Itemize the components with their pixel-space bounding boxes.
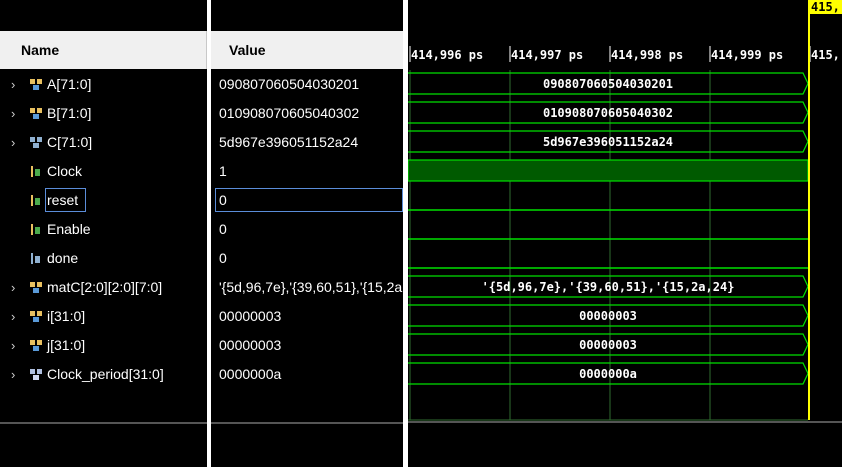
signal-name: C[71:0]: [47, 134, 93, 150]
time-tick-label: 415,: [811, 48, 840, 62]
signal-value: 5d967e396051152a24: [219, 134, 359, 150]
bit-icon: [31, 224, 40, 235]
time-tick-label: 414,999 ps: [711, 48, 783, 62]
bus-value-label: 0000000a: [579, 367, 637, 381]
bus-icon: [30, 108, 42, 119]
signal-name: reset: [47, 192, 79, 208]
expand-chevron-icon[interactable]: ›: [11, 273, 21, 302]
signal-value: 1: [219, 163, 227, 179]
time-tick-label: 414,998 ps: [611, 48, 683, 62]
waveform-canvas[interactable]: 414,996 ps 414,997 ps 414,998 ps 414,999 ps…: [408, 0, 842, 467]
bit-out-icon: [31, 253, 40, 264]
signal-value: 010908070605040302: [219, 105, 360, 121]
value-row-10[interactable]: 0000000a: [211, 360, 403, 389]
value-column-header[interactable]: Value: [211, 31, 403, 69]
signal-row-8[interactable]: › i[31:0]: [0, 302, 207, 331]
signal-value: 0: [219, 192, 227, 208]
bus-value-label: 090807060504030201: [543, 77, 673, 91]
value-row-5[interactable]: 0: [211, 215, 403, 244]
value-row-1[interactable]: 010908070605040302: [211, 99, 403, 128]
signal-name: matC[2:0][2:0][7:0]: [47, 279, 163, 295]
value-pane-bottom-divider: [211, 422, 403, 424]
name-pane-bottom-divider: [0, 422, 207, 424]
signal-row-6[interactable]: done: [0, 244, 207, 273]
value-row-3[interactable]: 1: [211, 157, 403, 186]
signal-row-0[interactable]: › A[71:0]: [0, 70, 207, 99]
bus-value-label: 010908070605040302: [543, 106, 673, 120]
expand-chevron-icon[interactable]: ›: [11, 302, 21, 331]
signal-value: 00000003: [219, 337, 282, 353]
bus-value-label: 00000003: [579, 309, 637, 323]
bus-icon: [30, 340, 42, 351]
signal-name: A[71:0]: [47, 76, 92, 92]
value-row-7[interactable]: '{5d,96,7e},'{39,60,51},'{15,2a: [211, 273, 403, 302]
signal-value: 0: [219, 250, 227, 266]
signal-value: 00000003: [219, 308, 282, 324]
time-tick-label: 414,996 ps: [411, 48, 483, 62]
waveform-pane[interactable]: 414,996 ps 414,997 ps 414,998 ps 414,999 ps…: [408, 0, 842, 467]
signal-row-3[interactable]: Clock: [0, 157, 207, 186]
name-column-header[interactable]: Name: [0, 31, 207, 69]
signal-row-4[interactable]: reset: [0, 186, 207, 215]
signal-name: B[71:0]: [47, 105, 92, 121]
expand-chevron-icon[interactable]: ›: [11, 70, 21, 99]
signal-name: i[31:0]: [47, 308, 86, 324]
selection-outline: [215, 188, 403, 212]
bit-icon: [31, 166, 40, 177]
signal-name: Enable: [47, 221, 91, 237]
signal-row-9[interactable]: › j[31:0]: [0, 331, 207, 360]
cursor-time-label: 415,: [811, 0, 840, 14]
bus-value-label: 00000003: [579, 338, 637, 352]
signal-row-1[interactable]: › B[71:0]: [0, 99, 207, 128]
value-row-8[interactable]: 00000003: [211, 302, 403, 331]
signal-name: done: [47, 250, 79, 266]
value-row-0[interactable]: 090807060504030201: [211, 70, 403, 99]
signal-value: 0000000a: [219, 366, 282, 382]
value-row-6[interactable]: 0: [211, 244, 403, 273]
value-row-4[interactable]: 0: [211, 186, 403, 215]
signal-value: '{5d,96,7e},'{39,60,51},'{15,2a: [219, 279, 403, 295]
signal-name-pane: Name › A[71:0] › B[71:0] › C[71:0] Clock reset E…: [0, 0, 207, 467]
value-row-9[interactable]: 00000003: [211, 331, 403, 360]
bit-waveform-high: [408, 159, 809, 182]
signal-name: Clock: [47, 163, 83, 179]
signal-name: j[31:0]: [47, 337, 86, 353]
signal-row-10[interactable]: › Clock_period[31:0]: [0, 360, 207, 389]
signal-value: 0: [219, 221, 227, 237]
bus-icon: [30, 282, 42, 293]
bus-icon: [30, 79, 42, 90]
bit-icon: [31, 195, 40, 206]
expand-chevron-icon[interactable]: ›: [11, 360, 21, 389]
value-row-2[interactable]: 5d967e396051152a24: [211, 128, 403, 157]
bus-value-label: 5d967e396051152a24: [543, 135, 673, 149]
bus-param-icon: [30, 369, 42, 380]
expand-chevron-icon[interactable]: ›: [11, 99, 21, 128]
time-tick-label: 414,997 ps: [511, 48, 583, 62]
bus-icon: [30, 311, 42, 322]
bus-out-icon: [30, 137, 42, 148]
signal-name: Clock_period[31:0]: [47, 366, 164, 382]
expand-chevron-icon[interactable]: ›: [11, 128, 21, 157]
signal-value: 090807060504030201: [219, 76, 360, 92]
bus-value-label: '{5d,96,7e},'{39,60,51},'{15,2a,24}: [482, 280, 735, 294]
signal-row-5[interactable]: Enable: [0, 215, 207, 244]
signal-row-7[interactable]: › matC[2:0][2:0][7:0]: [0, 273, 207, 302]
expand-chevron-icon[interactable]: ›: [11, 331, 21, 360]
signal-row-2[interactable]: › C[71:0]: [0, 128, 207, 157]
signal-value-pane: Value 090807060504030201 0109080706050403…: [211, 0, 403, 467]
